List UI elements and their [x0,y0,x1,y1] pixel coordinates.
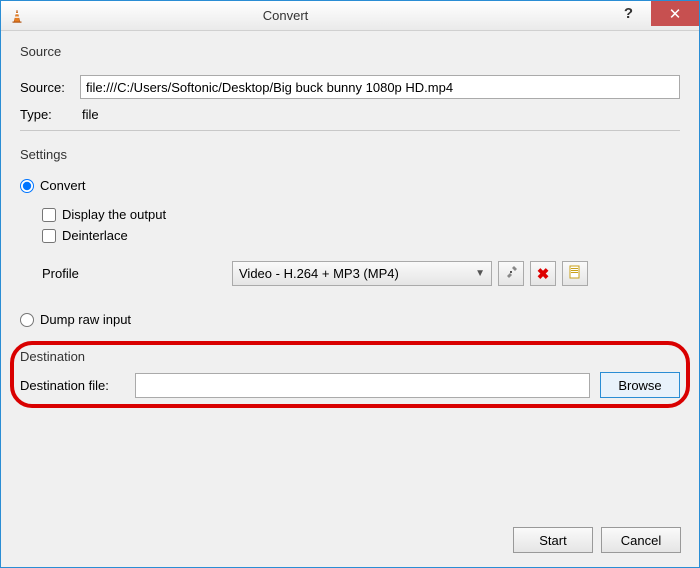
type-label: Type: [20,107,80,122]
convert-dialog: Convert ? ✕ Source Source: Type: file [0,0,700,568]
dialog-footer: Start Cancel [513,527,681,553]
profile-label: Profile [42,266,232,281]
tools-icon [504,265,518,282]
delete-x-icon: ✖ [537,265,550,283]
deinterlace-label: Deinterlace [62,228,128,243]
display-output-checkbox[interactable] [42,208,56,222]
browse-button[interactable]: Browse [600,372,680,398]
help-button[interactable]: ? [606,1,651,26]
edit-profile-button[interactable] [498,261,524,286]
browse-button-label: Browse [618,378,661,393]
source-label: Source: [20,80,80,95]
start-button[interactable]: Start [513,527,593,553]
cancel-button[interactable]: Cancel [601,527,681,553]
destination-group: Destination Destination file: Browse [19,348,681,399]
display-output-label: Display the output [62,207,166,222]
destination-file-input[interactable] [135,373,590,398]
type-value: file [80,107,99,122]
close-button[interactable]: ✕ [651,1,699,26]
convert-radio[interactable] [20,179,34,193]
destination-group-label: Destination [20,349,680,364]
source-input[interactable] [80,75,680,99]
destination-file-label: Destination file: [20,378,135,393]
settings-group: Settings Convert Display the output Dein… [19,146,681,338]
divider [20,130,680,131]
deinterlace-checkbox[interactable] [42,229,56,243]
dump-raw-label: Dump raw input [40,312,131,327]
source-group-label: Source [20,44,680,59]
delete-profile-button[interactable]: ✖ [530,261,556,286]
source-group: Source Source: Type: file [19,43,681,132]
window-title: Convert [0,8,606,23]
profile-value: Video - H.264 + MP3 (MP4) [239,266,399,281]
dump-raw-radio[interactable] [20,313,34,327]
new-profile-button[interactable] [562,261,588,286]
start-button-label: Start [539,533,566,548]
new-file-icon [568,265,582,282]
settings-group-label: Settings [20,147,680,162]
chevron-down-icon: ▼ [475,268,485,279]
cancel-button-label: Cancel [621,533,661,548]
profile-select[interactable]: Video - H.264 + MP3 (MP4) ▼ [232,261,492,286]
convert-radio-label: Convert [40,178,86,193]
titlebar: Convert ? ✕ [1,1,699,31]
